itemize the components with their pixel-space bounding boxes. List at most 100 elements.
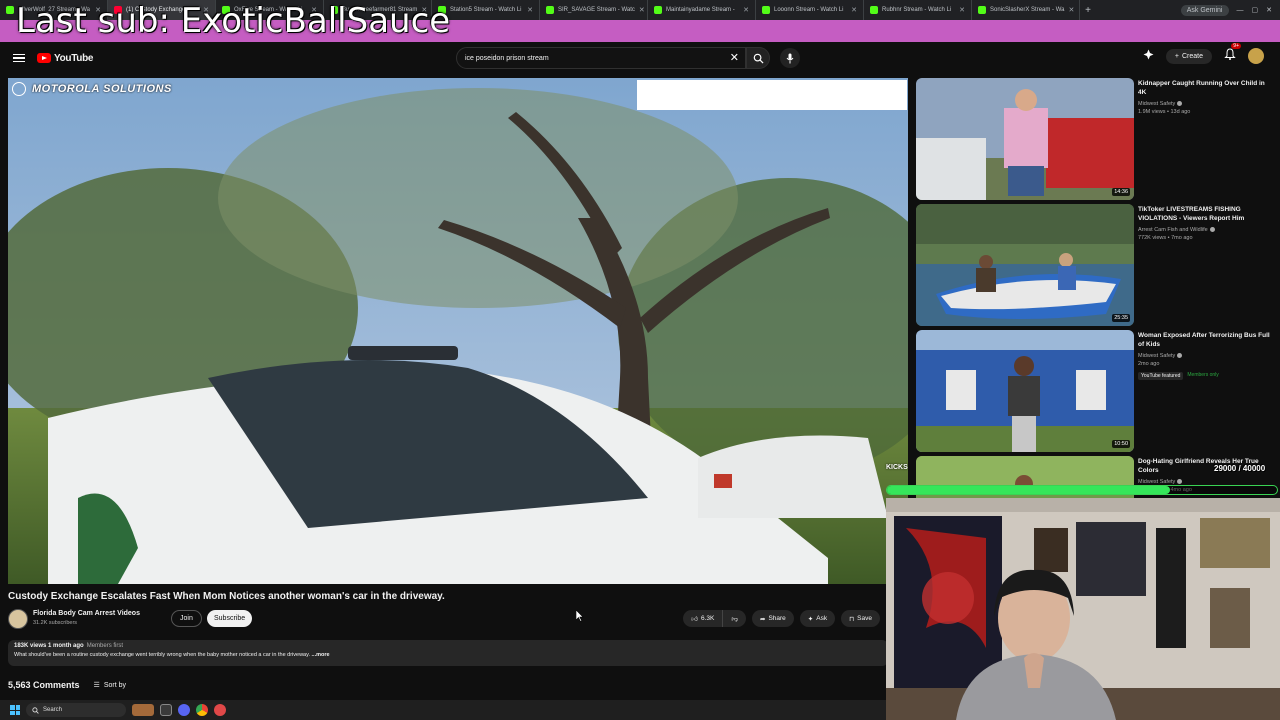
app-icon[interactable]	[214, 704, 226, 716]
voice-search-button[interactable]	[780, 48, 800, 68]
search-icon	[753, 53, 764, 64]
ask-button[interactable]: ✦ Ask	[799, 610, 836, 627]
motorola-logo-icon	[12, 82, 26, 96]
recommendation-title[interactable]: Kidnapper Caught Running Over Child in 4…	[1138, 80, 1274, 98]
kick-favicon-icon	[654, 6, 662, 14]
close-tab-icon[interactable]: ✕	[743, 6, 749, 14]
members-first-label: Members first	[86, 643, 124, 649]
menu-icon[interactable]	[13, 53, 25, 63]
windows-start-icon[interactable]	[10, 705, 20, 715]
account-avatar[interactable]	[1248, 48, 1264, 64]
new-tab-button[interactable]: +	[1080, 5, 1096, 16]
members-only-badge: Members only	[1187, 372, 1219, 378]
browser-tab[interactable]: SonicSlasherX Stream - Wa ✕	[972, 0, 1080, 20]
share-button[interactable]: ➦ Share	[751, 610, 794, 627]
channel-avatar[interactable]	[8, 609, 28, 629]
browser-tab[interactable]: Rubhnr Stream - Watch Li ✕	[864, 0, 972, 20]
search-input[interactable]: ice poseidon prison stream ✕	[456, 47, 746, 69]
thumbs-down-icon: 👎︎	[731, 615, 738, 623]
notifications-button[interactable]: 9+	[1224, 43, 1241, 65]
recommendation-item[interactable]: 10:50 Woman Exposed After Terrorizing Bu…	[916, 330, 1276, 452]
webcam-frame	[886, 498, 1280, 720]
video-thumbnail[interactable]: 10:50	[916, 330, 1134, 452]
taskbar-search[interactable]: Search	[26, 703, 126, 717]
recommendation-title[interactable]: Woman Exposed After Terrorizing Bus Full…	[1138, 332, 1274, 350]
join-button[interactable]: Join	[171, 610, 202, 627]
verified-icon	[1209, 227, 1215, 233]
close-tab-icon[interactable]: ✕	[639, 6, 645, 14]
search-icon	[32, 706, 39, 714]
recommendation-title[interactable]: TikToker LIVESTREAMS FISHING VIOLATIONS …	[1138, 206, 1274, 224]
share-icon: ➦	[759, 615, 766, 623]
kick-favicon-icon	[546, 6, 554, 14]
video-thumbnail[interactable]: 14:36	[916, 78, 1134, 200]
youtube-header: YouTube ice poseidon prison stream ✕ + Cr…	[0, 42, 1280, 74]
close-tab-icon[interactable]: ✕	[527, 6, 533, 14]
close-tab-icon[interactable]: ✕	[959, 6, 965, 14]
video-player[interactable]: MOTOROLA SOLUTIONS	[8, 78, 908, 584]
minimize-icon[interactable]: —	[1237, 7, 1244, 14]
close-tab-icon[interactable]: ✕	[1068, 6, 1074, 14]
save-button[interactable]: ⊓ Save	[841, 610, 880, 627]
close-window-icon[interactable]: ✕	[1266, 6, 1272, 14]
maximize-icon[interactable]: ▢	[1252, 6, 1259, 14]
task-view-icon[interactable]	[160, 704, 172, 716]
youtube-logo[interactable]: YouTube	[37, 53, 94, 64]
youtube-play-icon	[37, 53, 51, 63]
subscribe-button[interactable]: Subscribe	[207, 610, 253, 627]
header-right-controls: + Create 9+	[1143, 43, 1264, 65]
comments-header: 5,563 Comments ☰ Sort by	[8, 680, 126, 690]
browser-tab[interactable]: SIR_SAVAGE Stream - Watc ✕	[540, 0, 648, 20]
kicks-goal-label: KICKS	[886, 464, 908, 471]
search-button[interactable]	[746, 47, 770, 69]
browser-tab[interactable]: Maintainyadame Stream - ✕	[648, 0, 756, 20]
verified-icon	[1177, 479, 1183, 485]
discord-icon[interactable]	[178, 704, 190, 716]
channel-name[interactable]: Florida Body Cam Arrest Videos	[33, 610, 140, 617]
goal-progress-text: 29000 / 40000	[1214, 464, 1266, 473]
notification-badge: 9+	[1231, 43, 1241, 49]
recommendation-meta: 772K views • 7mo ago	[1138, 235, 1193, 241]
goal-progress-fill	[887, 486, 1170, 494]
recommendation-channel: Midwest Safety	[1138, 353, 1183, 359]
video-duration: 25:35	[1112, 314, 1130, 322]
goal-progress-bar	[886, 485, 1278, 495]
youtube-featured-badge: YouTube featured	[1138, 372, 1184, 380]
ask-gemini-button[interactable]: Ask Gemini	[1180, 4, 1229, 16]
like-button[interactable]: 👍︎ 6.3K	[683, 610, 724, 627]
video-duration: 14:36	[1112, 188, 1130, 196]
video-title: Custody Exchange Escalates Fast When Mom…	[8, 591, 445, 602]
video-frame	[8, 78, 908, 584]
kick-favicon-icon	[762, 6, 770, 14]
kick-favicon-icon	[978, 6, 986, 14]
sparkle-icon: ✦	[807, 615, 814, 623]
description-box[interactable]: 183K views 1 month ago Members first What…	[8, 640, 888, 666]
window-controls: Ask Gemini — ▢ ✕	[1180, 4, 1280, 16]
more-link[interactable]: ...more	[312, 652, 330, 658]
recommendation-channel: Midwest Safety	[1138, 101, 1183, 107]
kick-favicon-icon	[870, 6, 878, 14]
subscriber-count: 31.2K subscribers	[33, 620, 78, 626]
view-stats: 183K views 1 month ago Members first	[14, 643, 124, 649]
mouse-cursor-icon	[576, 610, 584, 622]
clear-search-icon[interactable]: ✕	[730, 51, 739, 64]
video-duration: 10:50	[1112, 440, 1130, 448]
sort-by-button[interactable]: ☰ Sort by	[93, 681, 126, 690]
extension-icon[interactable]	[1143, 47, 1154, 65]
recommendation-item[interactable]: 25:35 TikToker LIVESTREAMS FISHING VIOLA…	[916, 204, 1276, 326]
bell-icon	[1224, 48, 1236, 60]
video-thumbnail[interactable]: 25:35	[916, 204, 1134, 326]
verified-icon	[1177, 101, 1183, 107]
close-tab-icon[interactable]: ✕	[851, 6, 857, 14]
verified-icon	[1177, 353, 1183, 359]
dislike-button[interactable]: 👎︎	[723, 610, 746, 627]
chrome-icon[interactable]	[196, 704, 208, 716]
create-button[interactable]: + Create	[1165, 48, 1212, 64]
recommendation-badges: YouTube featured Members only	[1138, 372, 1219, 380]
sort-icon: ☰	[93, 682, 100, 689]
bookmark-icon: ⊓	[849, 615, 855, 623]
recommendation-item[interactable]: 14:36 Kidnapper Caught Running Over Chil…	[916, 78, 1276, 200]
recommendation-meta: 1.9M views • 13d ago	[1138, 109, 1191, 115]
widgets-icon[interactable]	[132, 704, 154, 716]
browser-tab[interactable]: Looonn Stream - Watch Li ✕	[756, 0, 864, 20]
